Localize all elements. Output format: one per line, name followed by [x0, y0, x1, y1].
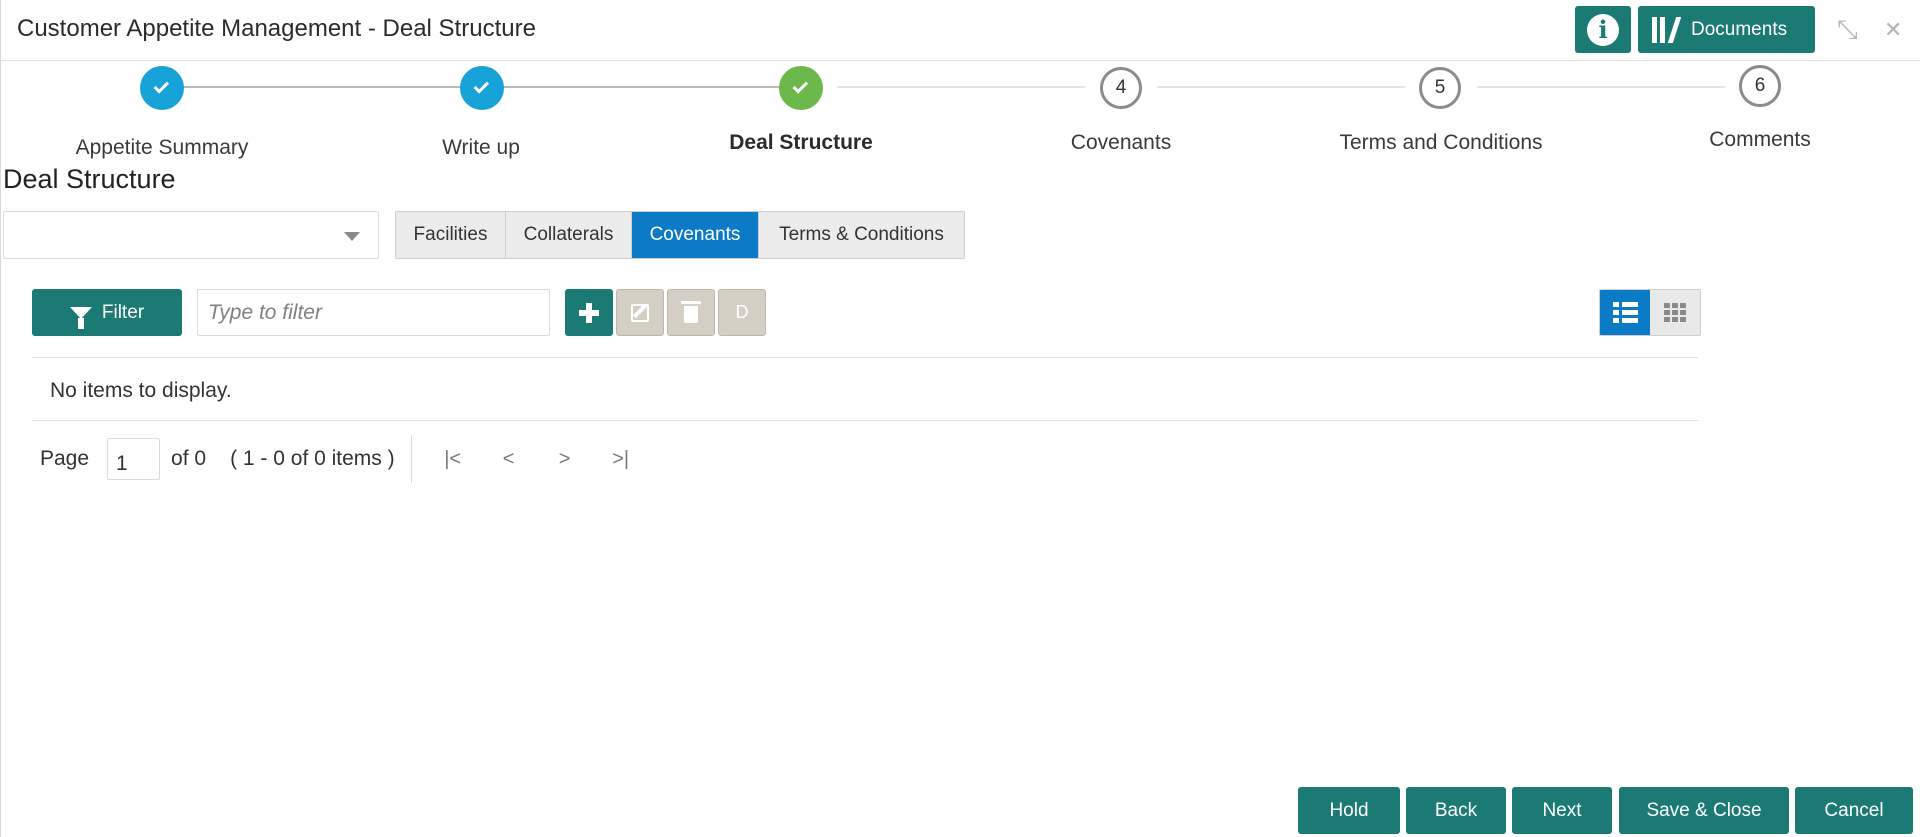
d-button[interactable]: D	[718, 289, 766, 336]
tab-terms-conditions[interactable]: Terms & Conditions	[759, 212, 964, 258]
documents-button[interactable]: Documents	[1638, 6, 1815, 53]
empty-table-message: No items to display.	[50, 379, 232, 402]
step-label-covenants[interactable]: Covenants	[971, 131, 1271, 155]
info-button[interactable]: i	[1575, 6, 1631, 53]
next-button[interactable]: Next	[1512, 787, 1612, 834]
tab-facilities[interactable]: Facilities	[396, 212, 506, 258]
step-2-check-icon[interactable]	[460, 66, 504, 110]
back-button[interactable]: Back	[1406, 787, 1506, 834]
d-button-label: D	[735, 302, 749, 322]
window-title: Customer Appetite Management - Deal Stru…	[17, 15, 536, 42]
save-close-button[interactable]: Save & Close	[1619, 787, 1789, 834]
deal-structure-tabs: Facilities Collaterals Covenants Terms &…	[395, 211, 965, 259]
section-title: Deal Structure	[3, 164, 176, 194]
tab-collaterals[interactable]: Collaterals	[506, 212, 632, 258]
step-connector	[183, 86, 461, 88]
step-6-number[interactable]: 6	[1739, 65, 1781, 107]
step-label-comments[interactable]: Comments	[1610, 128, 1910, 152]
step-connector	[503, 86, 779, 88]
first-page-icon[interactable]: |<	[438, 448, 468, 471]
grid-view-button[interactable]	[1650, 290, 1700, 335]
pager-divider	[410, 435, 412, 483]
previous-page-icon[interactable]: <	[494, 448, 524, 471]
page-number-input[interactable]	[107, 438, 161, 480]
page-label: Page	[40, 447, 90, 470]
cancel-button[interactable]: Cancel	[1795, 787, 1913, 834]
progress-stepper: 4 5 6 Appetite Summary Write up Deal Str…	[1, 62, 1920, 162]
step-connector	[1157, 86, 1405, 88]
step-label-write-up[interactable]: Write up	[331, 136, 631, 160]
list-view-icon	[1612, 302, 1638, 323]
filter-button[interactable]: Filter	[32, 289, 182, 336]
step-1-check-icon[interactable]	[140, 66, 184, 110]
tab-covenants[interactable]: Covenants	[632, 212, 759, 258]
step-connector	[837, 86, 1085, 88]
page-total: of 0	[171, 447, 207, 470]
chevron-down-icon	[344, 232, 360, 241]
edit-icon	[631, 303, 649, 322]
page-range: ( 1 - 0 of 0 items )	[230, 447, 395, 470]
last-page-icon[interactable]: >|	[606, 448, 636, 471]
window-header: Customer Appetite Management - Deal Stru…	[1, 0, 1920, 61]
step-4-number[interactable]: 4	[1100, 67, 1142, 109]
edit-button[interactable]	[616, 289, 664, 336]
view-mode-toggle	[1599, 289, 1701, 336]
trash-icon	[681, 301, 701, 323]
library-icon	[1652, 16, 1682, 43]
minimize-icon[interactable]: ⤡	[1837, 14, 1858, 46]
pagination: Page of 0 ( 1 - 0 of 0 items ) |< < > >|	[32, 435, 636, 483]
documents-label: Documents	[1691, 18, 1788, 40]
step-label-deal-structure[interactable]: Deal Structure	[651, 131, 951, 155]
step-connector	[1477, 86, 1725, 88]
deal-structure-dropdown[interactable]	[3, 211, 379, 259]
hold-button[interactable]: Hold	[1298, 787, 1400, 834]
delete-button[interactable]	[667, 289, 715, 336]
step-5-number[interactable]: 5	[1419, 67, 1461, 109]
plus-icon	[579, 302, 599, 323]
filter-label: Filter	[101, 301, 145, 323]
next-page-icon[interactable]: >	[550, 448, 580, 471]
step-label-appetite-summary[interactable]: Appetite Summary	[12, 136, 312, 160]
step-3-check-icon[interactable]	[779, 66, 823, 110]
table-divider	[32, 420, 1698, 421]
close-icon[interactable]: ✕	[1884, 17, 1902, 43]
filter-icon	[69, 306, 92, 329]
app-window: Customer Appetite Management - Deal Stru…	[0, 0, 1920, 837]
grid-view-icon	[1664, 303, 1686, 322]
info-icon: i	[1587, 13, 1619, 46]
step-label-terms-and-conditions[interactable]: Terms and Conditions	[1291, 131, 1591, 155]
add-button[interactable]	[565, 289, 613, 336]
table-divider	[32, 357, 1698, 358]
filter-input[interactable]	[197, 289, 550, 336]
list-view-button[interactable]	[1600, 290, 1650, 335]
